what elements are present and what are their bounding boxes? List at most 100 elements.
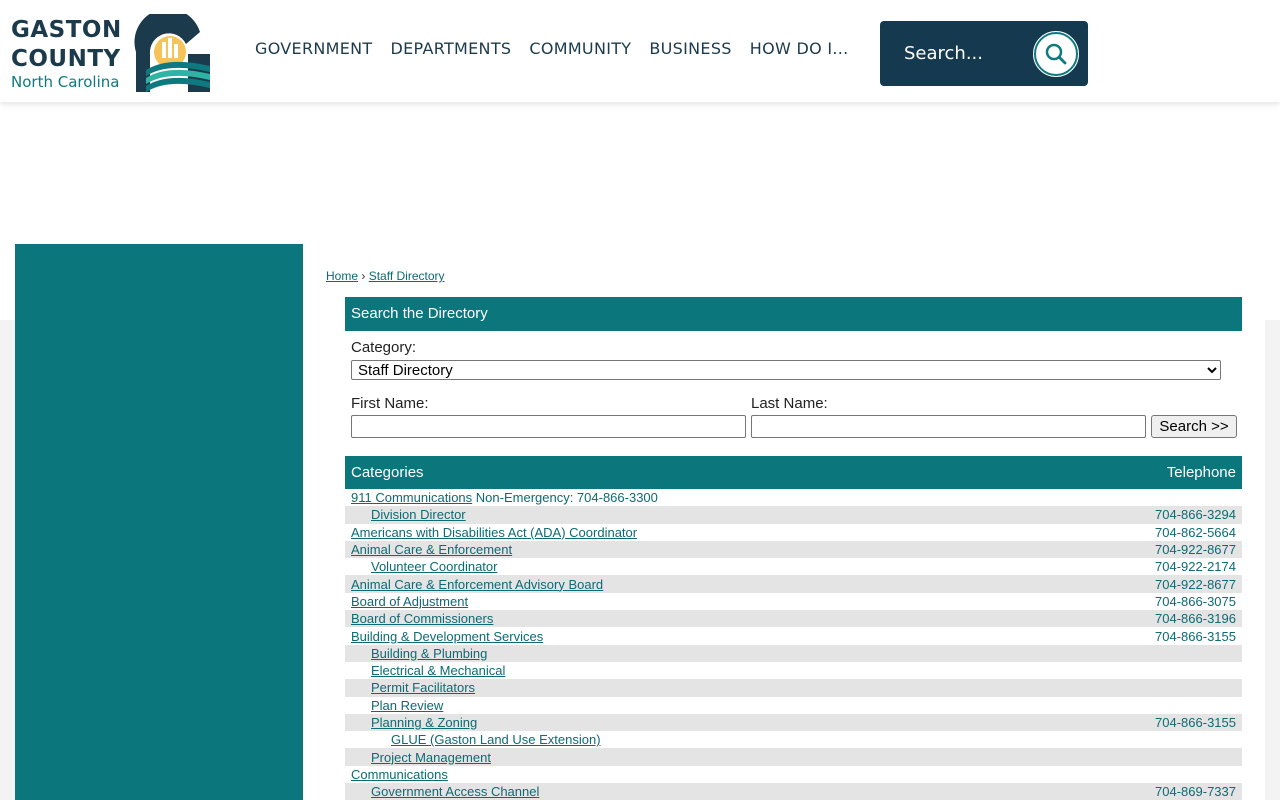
- first-name-label: First Name:: [351, 395, 429, 412]
- breadcrumb-home[interactable]: Home: [326, 269, 358, 283]
- row-name-cell: Board of Commissioners: [345, 611, 493, 626]
- table-row: Animal Care & Enforcement 704-922-8677: [345, 540, 1242, 559]
- table-row: Permit Facilitators: [345, 679, 1242, 697]
- table-row: Building & Plumbing: [345, 644, 1242, 662]
- directory-category-link[interactable]: Plan Review: [371, 698, 443, 713]
- gaston-county-logo[interactable]: GASTON COUNTY North Carolina: [10, 14, 210, 92]
- table-row: Planning & Zoning 704-866-3155: [345, 713, 1242, 732]
- main-nav: GOVERNMENT DEPARTMENTS COMMUNITY BUSINES…: [255, 39, 867, 58]
- row-note: Non-Emergency: 704-866-3300: [475, 490, 658, 506]
- category-label: Category:: [351, 339, 417, 356]
- row-name-cell: 911 Communications Non-Emergency: 704-86…: [345, 490, 658, 505]
- directory-table-header: Categories Telephone: [345, 456, 1242, 489]
- table-row: Project Management: [345, 748, 1242, 766]
- row-name-cell: Planning & Zoning: [345, 715, 477, 730]
- search-panel-title: Search the Directory: [345, 297, 1242, 331]
- logo-line-1: GASTON: [11, 17, 122, 43]
- table-row: Animal Care & Enforcement Advisory Board…: [345, 575, 1242, 593]
- row-telephone: 704-922-2174: [1155, 559, 1236, 575]
- last-name-field[interactable]: [751, 415, 1146, 438]
- row-name-cell: Communications: [345, 767, 448, 782]
- directory-category-link[interactable]: Communications: [351, 767, 448, 782]
- first-name-field[interactable]: [351, 415, 746, 438]
- nav-departments[interactable]: DEPARTMENTS: [391, 39, 512, 58]
- logo-line-3: North Carolina: [11, 73, 120, 91]
- row-name-cell: Animal Care & Enforcement: [345, 542, 512, 557]
- directory-category-link[interactable]: Government Access Channel: [371, 784, 539, 799]
- row-telephone: 704-862-5664: [1155, 524, 1236, 540]
- site-search-button[interactable]: [1031, 29, 1081, 79]
- directory-category-link[interactable]: Board of Commissioners: [351, 611, 493, 626]
- logo-line-2: COUNTY: [11, 46, 121, 72]
- row-telephone: 704-866-3155: [1155, 715, 1236, 730]
- breadcrumb-separator: ›: [361, 269, 366, 283]
- row-telephone: 704-866-3155: [1155, 628, 1236, 644]
- left-sidebar: [15, 244, 303, 800]
- directory-category-link[interactable]: 911 Communications: [351, 490, 472, 505]
- telephone-header: Telephone: [1166, 464, 1236, 481]
- table-row: Volunteer Coordinator 704-922-2174: [345, 558, 1242, 575]
- directory-rows: 911 Communications Non-Emergency: 704-86…: [345, 489, 1242, 800]
- table-row: Americans with Disabilities Act (ADA) Co…: [345, 524, 1242, 541]
- row-name-cell: GLUE (Gaston Land Use Extension): [345, 732, 601, 747]
- table-row: 911 Communications Non-Emergency: 704-86…: [345, 489, 1242, 506]
- table-row: Plan Review: [345, 697, 1242, 714]
- directory-search-button[interactable]: Search >>: [1151, 415, 1237, 438]
- table-row: Building & Development Services 704-866-3…: [345, 627, 1242, 644]
- nav-government[interactable]: GOVERNMENT: [255, 39, 373, 58]
- categories-header: Categories: [351, 464, 424, 481]
- directory-category-link[interactable]: Electrical & Mechanical: [371, 663, 505, 678]
- directory-category-link[interactable]: Project Management: [371, 750, 491, 765]
- breadcrumb: Home › Staff Directory: [326, 269, 445, 283]
- row-name-cell: Plan Review: [345, 698, 443, 713]
- row-name-cell: Division Director: [345, 507, 466, 522]
- table-row: GLUE (Gaston Land Use Extension): [345, 731, 1242, 748]
- directory-category-link[interactable]: Americans with Disabilities Act (ADA) Co…: [351, 525, 637, 540]
- row-telephone: 704-866-3294: [1155, 507, 1236, 523]
- breadcrumb-staff-directory[interactable]: Staff Directory: [369, 269, 445, 283]
- row-telephone: 704-922-8677: [1155, 542, 1236, 558]
- row-telephone: 704-866-3075: [1155, 593, 1236, 609]
- category-select[interactable]: Staff Directory: [351, 360, 1221, 380]
- row-name-cell: Electrical & Mechanical: [345, 663, 505, 678]
- directory-category-link[interactable]: Division Director: [371, 507, 466, 522]
- table-row: Board of Commissioners 704-866-3196: [345, 610, 1242, 628]
- last-name-label: Last Name:: [751, 395, 828, 412]
- site-search-button-ring: [1034, 32, 1078, 76]
- directory-category-link[interactable]: Volunteer Coordinator: [371, 559, 497, 574]
- directory-category-link[interactable]: Animal Care & Enforcement Advisory Board: [351, 577, 603, 592]
- directory-category-link[interactable]: Building & Development Services: [351, 629, 543, 644]
- row-name-cell: Animal Care & Enforcement Advisory Board: [345, 577, 603, 592]
- nav-business[interactable]: BUSINESS: [649, 39, 731, 58]
- directory-category-link[interactable]: Animal Care & Enforcement: [351, 542, 512, 557]
- nav-community[interactable]: COMMUNITY: [529, 39, 631, 58]
- row-name-cell: Permit Facilitators: [345, 680, 475, 695]
- row-name-cell: Project Management: [345, 750, 491, 765]
- row-telephone: 704-869-7337: [1155, 784, 1236, 800]
- row-name-cell: Government Access Channel: [345, 784, 539, 799]
- directory-category-link[interactable]: Board of Adjustment: [351, 594, 468, 609]
- main-content: Home › Staff Directory Search the Direct…: [303, 244, 1265, 800]
- site-header: GASTON COUNTY North Carolina GOVERNMENT …: [0, 0, 1280, 102]
- table-row: Board of Adjustment 704-866-3075: [345, 593, 1242, 610]
- site-search-input[interactable]: [902, 38, 1032, 68]
- nav-how-do-i[interactable]: HOW DO I...: [750, 39, 849, 58]
- row-name-cell: Volunteer Coordinator: [345, 559, 497, 574]
- search-icon: [1045, 43, 1067, 65]
- site-search: [880, 21, 1088, 86]
- table-row: Government Access Channel 704-869-7337: [345, 783, 1242, 800]
- table-row: Electrical & Mechanical: [345, 662, 1242, 679]
- row-name-cell: Building & Plumbing: [345, 646, 487, 661]
- row-telephone: 704-866-3196: [1155, 611, 1236, 627]
- directory-category-link[interactable]: Planning & Zoning: [371, 715, 477, 730]
- row-name-cell: Building & Development Services: [345, 629, 543, 644]
- directory-category-link[interactable]: Building & Plumbing: [371, 646, 487, 661]
- row-telephone: 704-922-8677: [1155, 576, 1236, 592]
- row-name-cell: Americans with Disabilities Act (ADA) Co…: [345, 525, 637, 540]
- county-emblem-icon: [134, 14, 210, 92]
- table-row: Division Director 704-866-3294: [345, 506, 1242, 524]
- directory-category-link[interactable]: GLUE (Gaston Land Use Extension): [391, 732, 601, 747]
- directory-category-link[interactable]: Permit Facilitators: [371, 680, 475, 695]
- row-name-cell: Board of Adjustment: [345, 594, 468, 609]
- table-row: Communications: [345, 766, 1242, 783]
